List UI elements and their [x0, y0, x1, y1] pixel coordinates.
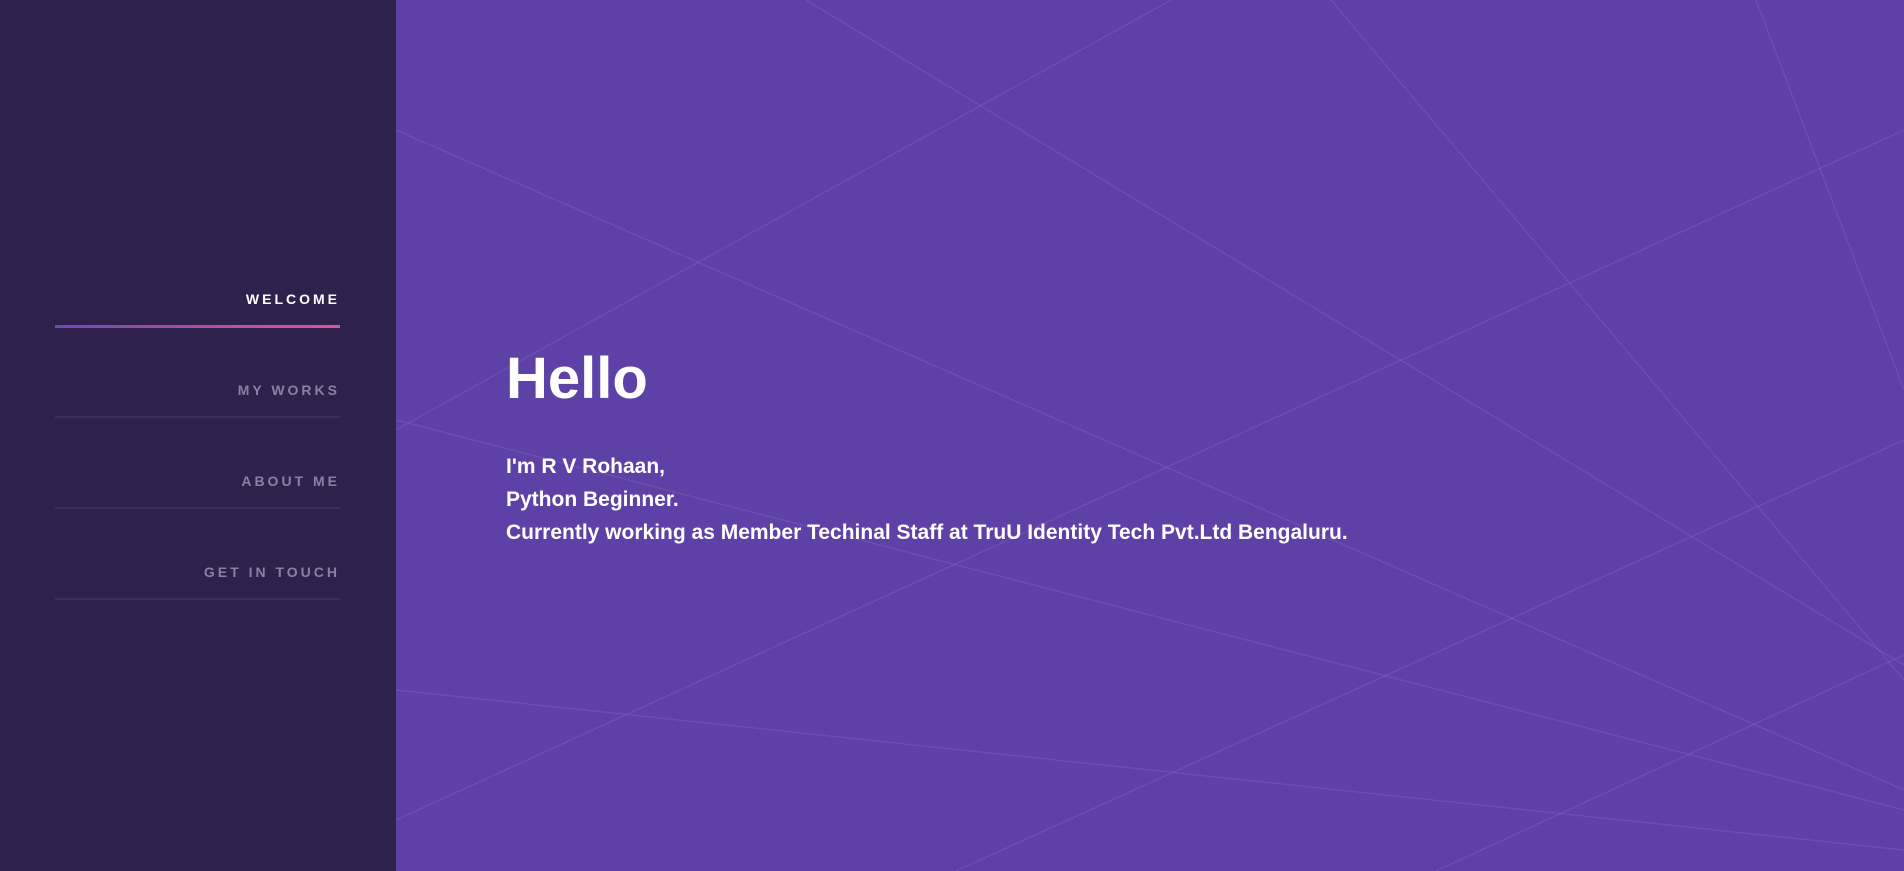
nav-underline: [55, 598, 340, 600]
nav-underline: [55, 416, 340, 418]
hero-title: Hello: [506, 346, 648, 411]
nav-item-about-me[interactable]: ABOUT ME: [55, 452, 340, 543]
main-content: Hello I'm R V Rohaan, Python Beginner. C…: [396, 0, 1904, 871]
nav-item-label: GET IN TOUCH: [203, 564, 340, 580]
nav-item-label: ABOUT ME: [241, 473, 340, 489]
intro-line: Python Beginner.: [506, 488, 679, 511]
intro-line: Currently working as Member Techinal Sta…: [506, 521, 1348, 544]
sidebar: WELCOME MY WORKS ABOUT ME GET IN TOUCH: [0, 0, 396, 871]
nav-item-my-works[interactable]: MY WORKS: [55, 361, 340, 452]
hero-section: Hello I'm R V Rohaan, Python Beginner. C…: [506, 350, 1348, 549]
nav-item-label: WELCOME: [245, 291, 340, 307]
nav-item-welcome[interactable]: WELCOME: [55, 270, 340, 361]
nav-active-underline: [55, 325, 340, 328]
nav-item-get-in-touch[interactable]: GET IN TOUCH: [55, 543, 340, 634]
nav-underline: [55, 507, 340, 509]
sidebar-nav: WELCOME MY WORKS ABOUT ME GET IN TOUCH: [55, 270, 340, 634]
intro-line: I'm R V Rohaan,: [506, 455, 666, 478]
nav-item-label: MY WORKS: [237, 382, 340, 398]
page: WELCOME MY WORKS ABOUT ME GET IN TOUCH H…: [0, 0, 1904, 871]
